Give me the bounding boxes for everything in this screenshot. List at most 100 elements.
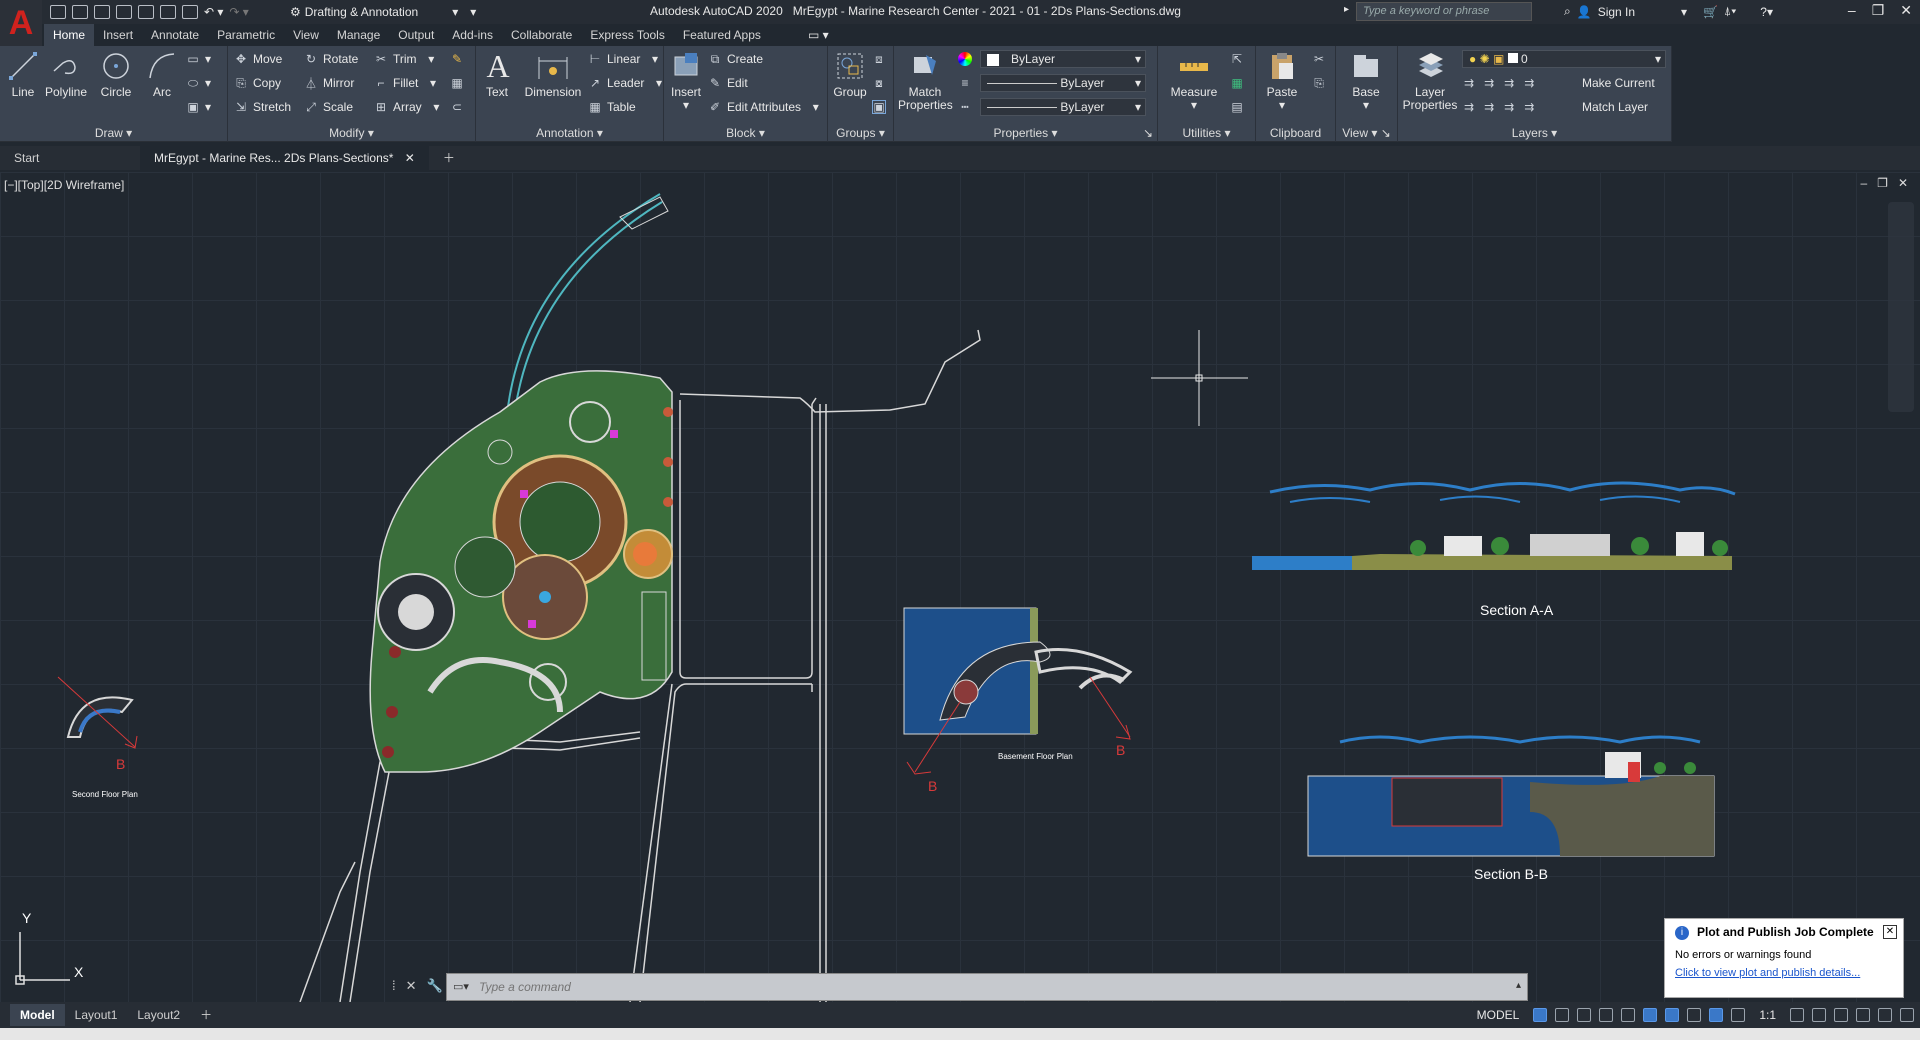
line-button[interactable]: Line — [6, 50, 40, 99]
redo-icon[interactable]: ↷ ▾ — [229, 5, 248, 19]
create-block-button[interactable]: ⧉ Create — [708, 50, 763, 68]
base-button[interactable]: Base ▾ — [1348, 50, 1384, 112]
snap-icon[interactable] — [1555, 1008, 1570, 1022]
layer-isolate-icon[interactable]: ⇉ — [1484, 76, 1494, 90]
save-web-icon[interactable] — [160, 5, 176, 19]
polar-icon[interactable] — [1599, 1008, 1614, 1022]
help-icon[interactable]: ?▾ — [1760, 5, 1773, 19]
save-as-icon[interactable] — [116, 5, 132, 19]
quick-select-button[interactable]: ▦ — [1230, 74, 1244, 92]
trim-button[interactable]: ✂ Trim ▾ — [374, 50, 434, 68]
command-history-icon[interactable]: ▴ — [1516, 980, 1521, 991]
layer-properties-button[interactable]: Layer Properties — [1402, 50, 1458, 112]
rectangle-tool[interactable]: ▭ ▾ — [186, 50, 211, 68]
text-button[interactable]: A Text — [482, 50, 512, 99]
layout-tab-layout1[interactable]: Layout1 — [65, 1004, 128, 1026]
leader-button[interactable]: ↗ Leader ▾ — [588, 74, 662, 92]
modify-panel-title[interactable]: Modify ▾ — [228, 126, 475, 140]
open-web-icon[interactable] — [138, 5, 154, 19]
chevron-down-icon[interactable]: ▾ — [1681, 5, 1687, 19]
close-icon[interactable]: ✕ — [1900, 2, 1912, 19]
cart-icon[interactable]: 🛒 — [1703, 5, 1718, 19]
customize-qat-icon[interactable]: ▾ — [470, 5, 476, 19]
lineweight-combo[interactable]: ByLayer ▾ — [980, 74, 1146, 92]
edit-block-button[interactable]: ✎ Edit — [708, 74, 748, 92]
arc-button[interactable]: Arc — [144, 50, 180, 99]
start-tab[interactable]: Start — [0, 146, 140, 170]
offset-button[interactable]: ⊂ — [450, 98, 464, 116]
grid-icon[interactable] — [1533, 1008, 1548, 1022]
calculator-button[interactable]: ▤ — [1230, 98, 1244, 116]
open-icon[interactable] — [72, 5, 88, 19]
color-combo[interactable]: ByLayer ▾ — [980, 50, 1146, 68]
copy-button[interactable]: ⎘ Copy — [234, 74, 281, 92]
dimension-button[interactable]: Dimension — [522, 50, 584, 99]
scale-button[interactable]: ⤢ Scale — [304, 98, 353, 116]
polyline-button[interactable]: Polyline — [44, 50, 88, 99]
erase-button[interactable]: ✎ — [450, 50, 464, 68]
array-button[interactable]: ⊞ Array ▾ — [374, 98, 439, 116]
match-layer-button[interactable]: Match Layer — [1582, 98, 1648, 116]
workspace-gear-icon[interactable] — [1790, 1008, 1804, 1022]
annotation-panel-title[interactable]: Annotation ▾ — [476, 126, 663, 140]
new-icon[interactable] — [50, 5, 66, 19]
group-select-button[interactable]: ▣ — [872, 98, 886, 116]
layout-tab-layout2[interactable]: Layout2 — [127, 1004, 190, 1026]
customize-wrench-icon[interactable]: 🔧 — [427, 978, 443, 994]
select-all-button[interactable]: ⇱ — [1230, 50, 1244, 68]
ribbon-tab-annotate[interactable]: Annotate — [142, 24, 208, 46]
annotation-scale[interactable]: 1:1 — [1753, 1008, 1782, 1022]
model-space-button[interactable]: MODEL — [1471, 1008, 1526, 1022]
sign-in-area[interactable]: ⌕ 👤 Sign In ▾ 🛒 ⍋▾ ?▾ — [1564, 4, 1773, 19]
layer-unlock-icon[interactable]: ⇉ — [1524, 100, 1534, 114]
ribbon-tab-collaborate[interactable]: Collaborate — [502, 24, 581, 46]
object-snap-tracking-icon[interactable] — [1643, 1008, 1658, 1022]
minimize-icon[interactable]: – — [1848, 2, 1856, 19]
match-properties-button[interactable]: Match Properties — [898, 50, 953, 112]
rotate-button[interactable]: ↻ Rotate — [304, 50, 358, 68]
binoculars-icon[interactable]: ⌕ — [1564, 4, 1571, 19]
clean-screen-icon[interactable] — [1878, 1008, 1892, 1022]
layer-tools-row1[interactable]: ⇉ ⇉ ⇉ ⇉ — [1464, 74, 1534, 92]
search-input[interactable]: Type a keyword or phrase — [1356, 2, 1532, 21]
undo-icon[interactable]: ↶ ▾ — [204, 5, 223, 19]
ribbon-tab-home[interactable]: Home — [44, 24, 95, 46]
ortho-icon[interactable] — [1577, 1008, 1592, 1022]
ribbon-tab-featured-apps[interactable]: Featured Apps — [674, 24, 770, 46]
utilities-panel-title[interactable]: Utilities ▾ — [1158, 126, 1255, 140]
insert-button[interactable]: Insert ▾ — [668, 50, 704, 112]
workspace-switcher[interactable]: ⚙ Drafting & Annotation ▾ ▾ — [290, 2, 476, 22]
layer-combo[interactable]: ● ✺ ▣ 0 ▾ — [1462, 50, 1666, 68]
linetype-combo[interactable]: ByLayer ▾ — [980, 98, 1146, 116]
properties-panel-title[interactable]: Properties ▾ ↘ — [894, 126, 1157, 140]
copy-clip-button[interactable]: ⎘ — [1312, 74, 1326, 92]
save-icon[interactable] — [94, 5, 110, 19]
layer-thaw-icon[interactable]: ⇉ — [1504, 100, 1514, 114]
hatch-tool[interactable]: ⬭ ▾ — [186, 74, 211, 92]
paste-button[interactable]: Paste ▾ — [1264, 50, 1300, 112]
ribbon-tab-add-ins[interactable]: Add-ins — [443, 24, 502, 46]
close-tab-icon[interactable]: ✕ — [405, 151, 415, 165]
command-prompt-icon[interactable]: ▭▾ — [453, 980, 469, 993]
layout-tab-model[interactable]: Model — [10, 1004, 65, 1026]
layer-off-icon[interactable]: ⇉ — [1464, 76, 1474, 90]
drawing-tab[interactable]: MrEgypt - Marine Res... 2Ds Plans-Sectio… — [140, 146, 429, 170]
add-layout-button[interactable]: ＋ — [190, 1004, 222, 1026]
ribbon-tab-express-tools[interactable]: Express Tools — [581, 24, 673, 46]
isodraft-icon[interactable] — [1621, 1008, 1636, 1022]
autocad-logo-button[interactable]: A — [0, 0, 42, 46]
annotation-visibility-icon[interactable] — [1709, 1008, 1724, 1022]
make-current-button[interactable]: Make Current — [1582, 74, 1655, 92]
groups-panel-title[interactable]: Groups ▾ — [828, 126, 893, 140]
group-button[interactable]: Group — [830, 50, 870, 99]
quick-properties-icon[interactable] — [1856, 1008, 1870, 1022]
mirror-button[interactable]: ⏃ Mirror — [304, 74, 354, 92]
command-line[interactable]: ▭▾ ▴ — [446, 973, 1528, 1001]
move-button[interactable]: ✥ Move — [234, 50, 282, 68]
restore-icon[interactable]: ❐ — [1872, 2, 1885, 19]
close-command-icon[interactable]: ✕ — [406, 978, 417, 994]
ribbon-tab-view[interactable]: View — [284, 24, 328, 46]
layer-lock-icon[interactable]: ⇉ — [1524, 76, 1534, 90]
ribbon-toggle-icon[interactable]: ▭ ▾ — [808, 28, 829, 42]
drawing-canvas[interactable]: [−][Top][2D Wireframe] – ❐ ✕ Section A-A… — [0, 172, 1920, 1002]
